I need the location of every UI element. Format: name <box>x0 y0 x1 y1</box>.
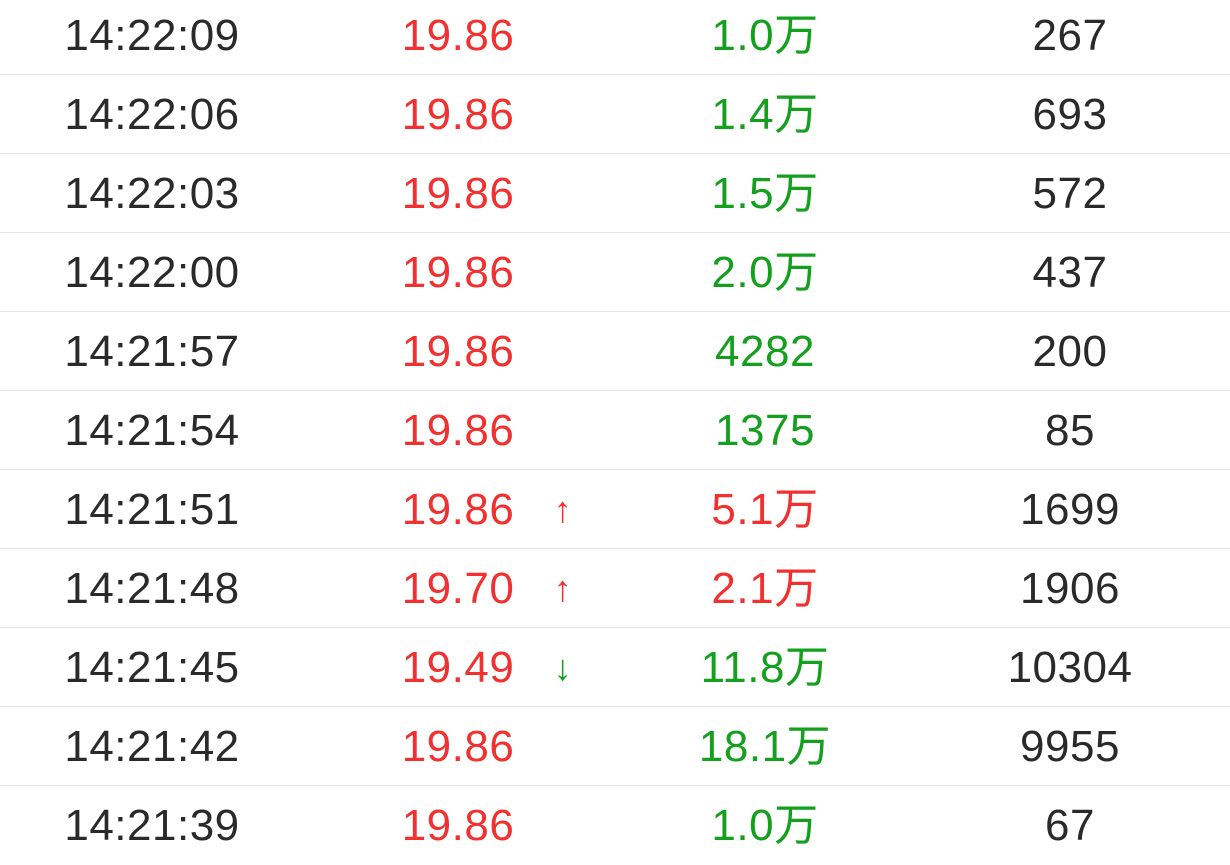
trade-time: 14:22:00 <box>64 248 240 297</box>
trade-volume: 1.5万 <box>711 169 819 218</box>
trade-count: 572 <box>1032 169 1108 218</box>
trade-price: 19.86 <box>401 722 515 771</box>
trade-time: 14:22:09 <box>64 11 240 60</box>
trade-time: 14:21:42 <box>64 722 240 771</box>
trade-volume: 11.8万 <box>700 643 830 692</box>
arrow-up-icon <box>540 707 586 786</box>
arrow-up-icon <box>540 233 586 312</box>
arrow-up-icon <box>540 0 586 75</box>
trade-count: 1699 <box>1020 485 1120 534</box>
trade-price: 19.86 <box>401 169 515 218</box>
arrow-up-icon <box>540 786 586 865</box>
trade-price: 19.86 <box>401 801 515 850</box>
trade-volume: 18.1万 <box>698 722 832 771</box>
tick-trade-list[interactable]: 14:22:09 19.86 1.0万 267 14:22:06 19.86 1.4万 693… <box>0 0 1230 850</box>
trade-price: 19.49 <box>401 643 515 692</box>
trade-volume: 1.0万 <box>711 11 819 60</box>
table-row[interactable]: 14:21:48 19.70 ↑ 2.1万 1906 <box>0 549 1230 628</box>
trade-price: 19.86 <box>401 485 515 534</box>
trade-price: 19.86 <box>401 11 515 60</box>
trade-count: 437 <box>1032 248 1108 297</box>
trade-time: 14:21:57 <box>64 327 240 376</box>
trade-count: 200 <box>1032 327 1108 376</box>
trade-time: 14:22:06 <box>64 90 240 139</box>
table-row[interactable]: 14:21:42 19.86 18.1万 9955 <box>0 707 1230 786</box>
trade-time: 14:21:48 <box>64 564 240 613</box>
trade-volume: 1.0万 <box>711 801 819 850</box>
table-row[interactable]: 14:21:39 19.86 1.0万 67 <box>0 786 1230 865</box>
trade-count: 1906 <box>1020 564 1120 613</box>
table-row[interactable]: 14:22:00 19.86 2.0万 437 <box>0 233 1230 312</box>
trade-count: 10304 <box>1007 643 1133 692</box>
arrow-up-icon: ↑ <box>553 489 573 530</box>
table-row[interactable]: 14:22:03 19.86 1.5万 572 <box>0 154 1230 233</box>
trade-price: 19.86 <box>401 327 515 376</box>
trade-time: 14:21:54 <box>64 406 240 455</box>
trade-price: 19.86 <box>401 406 515 455</box>
trade-price: 19.86 <box>401 90 515 139</box>
trade-volume: 1375 <box>715 406 815 455</box>
trade-price: 19.86 <box>401 248 515 297</box>
trade-time: 14:21:39 <box>64 801 240 850</box>
trade-volume: 4282 <box>715 327 815 376</box>
trade-time: 14:21:51 <box>64 485 240 534</box>
trade-count: 67 <box>1045 801 1095 850</box>
trade-time: 14:22:03 <box>64 169 240 218</box>
arrow-up-icon <box>540 312 586 391</box>
arrow-up-icon <box>540 75 586 154</box>
table-row[interactable]: 14:22:06 19.86 1.4万 693 <box>0 75 1230 154</box>
trade-volume: 5.1万 <box>711 485 819 534</box>
trade-count: 85 <box>1045 406 1095 455</box>
arrow-up-icon <box>540 391 586 470</box>
table-row[interactable]: 14:21:54 19.86 1375 85 <box>0 391 1230 470</box>
table-row[interactable]: 14:21:57 19.86 4282 200 <box>0 312 1230 391</box>
trade-count: 9955 <box>1020 722 1120 771</box>
trade-volume: 1.4万 <box>711 90 819 139</box>
trade-time: 14:21:45 <box>64 643 240 692</box>
table-row[interactable]: 14:21:45 19.49 ↓ 11.8万 10304 <box>0 628 1230 707</box>
trade-volume: 2.0万 <box>711 248 819 297</box>
trade-volume: 2.1万 <box>711 564 819 613</box>
arrow-up-icon: ↑ <box>553 568 573 609</box>
table-row[interactable]: 14:21:51 19.86 ↑ 5.1万 1699 <box>0 470 1230 549</box>
trade-price: 19.70 <box>401 564 515 613</box>
trade-count: 267 <box>1032 11 1108 60</box>
trade-count: 693 <box>1032 90 1108 139</box>
table-row[interactable]: 14:22:09 19.86 1.0万 267 <box>0 0 1230 75</box>
arrow-up-icon <box>540 154 586 233</box>
arrow-down-icon: ↓ <box>553 647 573 688</box>
